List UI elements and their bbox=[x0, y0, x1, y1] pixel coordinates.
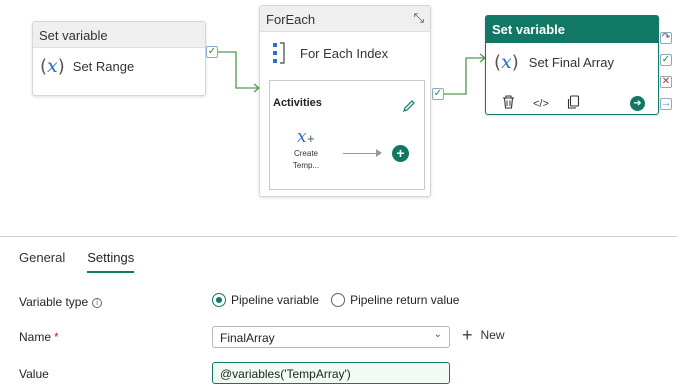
activities-title: Activities bbox=[273, 97, 322, 109]
activity-foreach[interactable]: ForEach ⤡ For Each Index Activities x+ C bbox=[259, 5, 431, 197]
success-port-icon[interactable]: ✓ bbox=[432, 88, 444, 100]
new-variable-button[interactable]: + New bbox=[462, 325, 505, 345]
connector-range-to-foreach bbox=[217, 51, 258, 89]
set-variable-icon: x+ bbox=[297, 127, 315, 147]
variable-type-label: Variable type bbox=[19, 295, 89, 309]
plus-icon: + bbox=[462, 325, 473, 345]
name-label: Name bbox=[19, 330, 52, 344]
value-expression-field[interactable]: @variables('TempArray') bbox=[212, 362, 450, 384]
activity-type-label: ForEach bbox=[266, 12, 316, 27]
chevron-down-icon: ⌄ bbox=[433, 329, 442, 340]
pipeline-canvas[interactable]: Set variable (x) Set Range ✓ ForEach ⤡ F… bbox=[0, 0, 677, 236]
go-to-icon[interactable]: ➜ bbox=[630, 96, 645, 111]
name-dropdown[interactable]: FinalArray ⌄ bbox=[212, 326, 450, 348]
foreach-index-label: For Each Index bbox=[300, 45, 389, 61]
success-port-icon[interactable]: ✓ bbox=[660, 54, 672, 66]
variable-type-radio-group: Pipeline variable Pipeline return value bbox=[212, 293, 459, 307]
radio-pipeline-variable[interactable]: Pipeline variable bbox=[212, 293, 319, 307]
edit-pencil-icon[interactable] bbox=[402, 99, 416, 113]
copy-icon[interactable] bbox=[567, 95, 580, 112]
add-activity-button[interactable]: + bbox=[392, 145, 409, 162]
properties-panel: General Settings Variable type i Pipeline… bbox=[0, 236, 677, 390]
new-label: New bbox=[480, 328, 505, 342]
activities-container[interactable]: Activities x+ Create Temp... + bbox=[269, 80, 425, 190]
variable-type-row: Variable type i bbox=[19, 295, 103, 309]
radio-label: Pipeline return value bbox=[350, 293, 460, 307]
radio-button[interactable] bbox=[331, 293, 346, 307]
activity-type-label: Set variable bbox=[33, 22, 205, 48]
tab-settings[interactable]: Settings bbox=[87, 250, 135, 273]
activity-set-final-array[interactable]: Set variable (x) Set Final Array </> ➜ bbox=[485, 15, 659, 115]
info-icon[interactable]: i bbox=[92, 298, 103, 308]
skip-port-icon[interactable]: ↷ bbox=[660, 32, 672, 44]
name-dropdown-value: FinalArray bbox=[220, 331, 275, 345]
inner-arrow-head bbox=[376, 149, 382, 157]
connector-foreach-to-final bbox=[444, 57, 484, 95]
activity-name: Set Range bbox=[72, 58, 135, 74]
failure-port-icon[interactable]: ✕ bbox=[660, 76, 672, 88]
completion-port-icon[interactable]: → bbox=[660, 98, 672, 110]
success-port-icon[interactable]: ✓ bbox=[206, 46, 218, 58]
name-row: Name * bbox=[19, 330, 59, 344]
delete-icon[interactable] bbox=[502, 95, 515, 112]
radio-button-checked[interactable] bbox=[212, 293, 226, 307]
required-mark: * bbox=[54, 330, 59, 344]
set-variable-icon: (x) bbox=[494, 51, 519, 73]
activity-type-label: Set variable bbox=[486, 16, 658, 43]
radio-pipeline-return-value[interactable]: Pipeline return value bbox=[331, 293, 459, 307]
panel-tabs: General Settings bbox=[19, 250, 135, 273]
inner-activity-create-temp[interactable]: x+ Create Temp... bbox=[286, 127, 326, 171]
inner-activity-label-line2: Temp... bbox=[292, 161, 320, 170]
collapse-icon[interactable]: ⤡ bbox=[414, 10, 424, 26]
foreach-icon bbox=[272, 42, 286, 64]
radio-label: Pipeline variable bbox=[231, 293, 320, 307]
set-variable-icon: (x) bbox=[40, 55, 65, 77]
activity-name: Set Final Array bbox=[528, 54, 615, 70]
value-label: Value bbox=[19, 367, 49, 381]
inner-activity-label-line1: Create bbox=[293, 149, 318, 158]
tab-general[interactable]: General bbox=[19, 250, 65, 273]
activity-toolbar: </> ➜ bbox=[502, 95, 645, 112]
activity-set-range[interactable]: Set variable (x) Set Range bbox=[32, 21, 206, 96]
code-icon[interactable]: </> bbox=[533, 98, 549, 110]
